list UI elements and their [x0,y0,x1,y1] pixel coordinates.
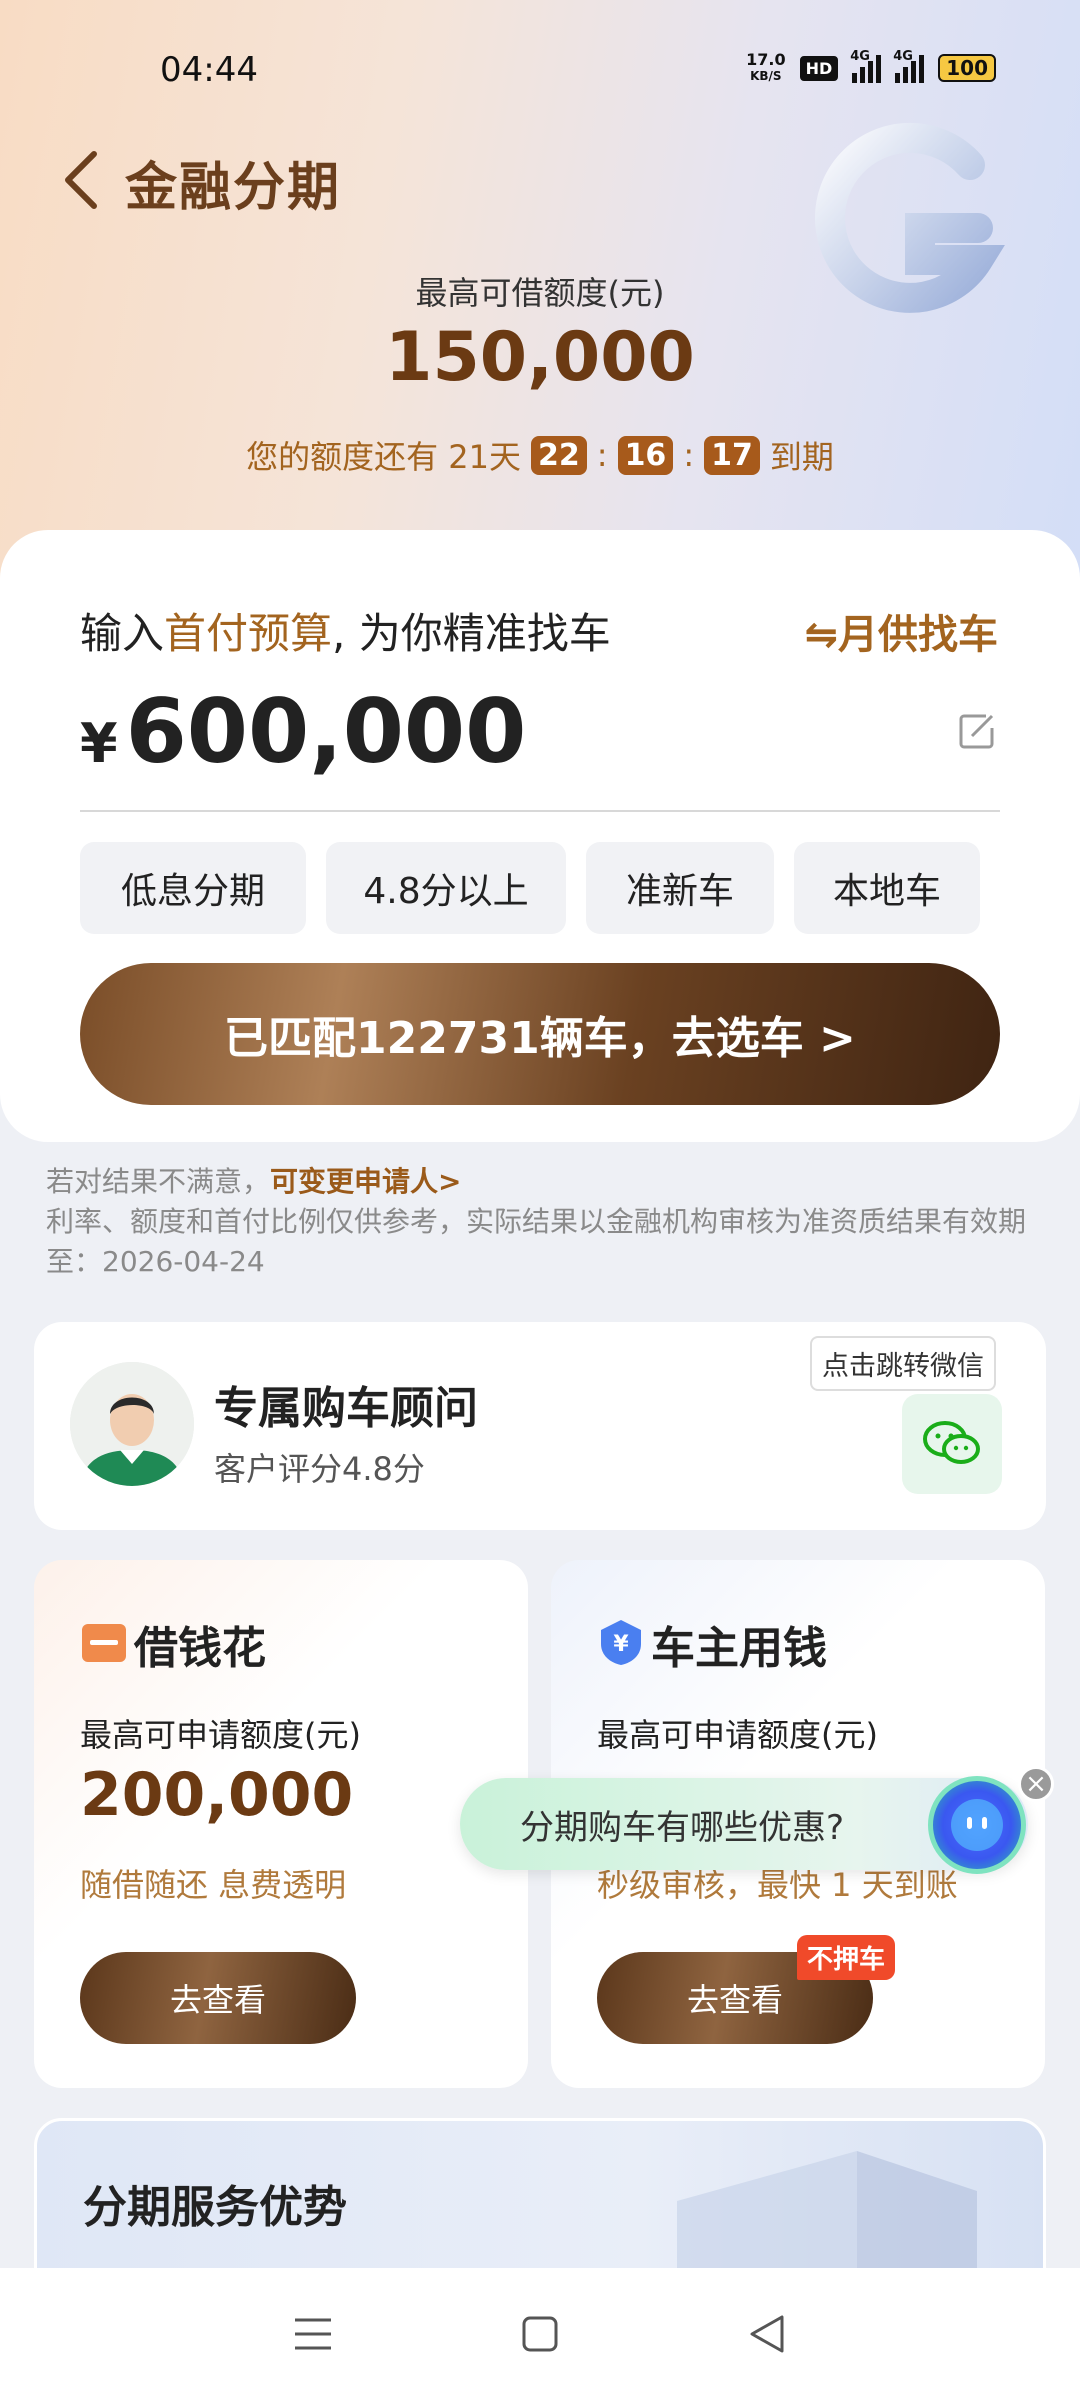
notice-text: 利率、额度和首付比例仅供参考，实际结果以金融机构审核为准资质结果有效期至：202… [46,1205,1027,1278]
countdown-hours: 22 [531,435,587,475]
change-applicant-link[interactable]: 可变更申请人> [270,1165,461,1198]
signal-icon-2: 4G [893,49,925,83]
owner-loan-label: 最高可申请额度(元) [597,1716,878,1754]
budget-card: 输入首付预算, 为你精准找车 ⇋月供找车 ¥ 600,000 低息分期 4.8分… [0,530,1080,1142]
network-speed-unit: KB/S [750,69,782,83]
advisor-name: 专属购车顾问 [214,1383,478,1434]
advisor-rating: 客户评分4.8分 [214,1450,425,1488]
countdown-minutes: 16 [617,435,674,475]
budget-title: 输入首付预算, 为你精准找车 [80,600,611,661]
service-advantages-title: 分期服务优势 [83,2182,347,2233]
tag-near-new-car[interactable]: 准新车 [586,842,774,934]
page-title: 金融分期 [125,158,342,218]
network-speed-value: 17.0 [746,50,786,69]
countdown-suffix: 到期 [769,438,834,476]
budget-price-value: 600,000 [125,680,527,783]
wechat-tooltip: 点击跳转微信 [810,1336,996,1391]
borrow-money-desc: 随借随还 息费透明 [80,1866,347,1904]
countdown-prefix: 您的额度还有 21天 [246,438,522,476]
countdown-separator: : [596,436,608,474]
hd-voice-icon: HD [799,55,839,81]
notice-prefix: 若对结果不满意， [46,1165,271,1198]
credit-countdown: 您的额度还有 21天 22 : 16 : 17 到期 [0,432,1080,478]
status-time: 04:44 [160,50,258,90]
edit-icon[interactable] [956,710,998,752]
borrow-money-label: 最高可申请额度(元) [80,1716,361,1754]
monthly-payment-search-link[interactable]: ⇋月供找车 [804,602,998,660]
home-square-icon[interactable] [500,2294,580,2374]
assistant-bot-icon[interactable] [928,1776,1026,1874]
budget-title-highlight: 首付预算 [164,609,333,658]
faq-text: 分期购车有哪些优惠? [520,1808,845,1848]
tag-local-car[interactable]: 本地车 [794,842,980,934]
menu-icon[interactable] [273,2294,353,2374]
tag-low-interest[interactable]: 低息分期 [80,842,306,934]
signal-label: 4G [850,49,870,64]
battery-icon: 100 [938,54,996,82]
borrow-money-card[interactable]: 借钱花 最高可申请额度(元) 200,000 随借随还 息费透明 去查看 [34,1560,528,2088]
advisor-card[interactable]: 专属购车顾问 客户评分4.8分 点击跳转微信 [34,1322,1046,1530]
wallet-icon [80,1618,128,1666]
currency-symbol: ¥ [80,712,118,775]
borrow-money-title: 借钱花 [134,1623,266,1674]
countdown-separator: : [683,436,695,474]
budget-price-input[interactable]: ¥ 600,000 [80,680,526,783]
tag-rating-above-4-8[interactable]: 4.8分以上 [326,842,566,934]
budget-title-suffix: , 为你精准找车 [332,609,611,658]
credit-limit-amount: 150,000 [385,318,695,397]
status-icons: 17.0 KB/S HD 4G 4G 100 [746,49,996,84]
back-arrow-icon[interactable] [58,148,102,212]
yuan-shield-icon: ¥ [597,1618,645,1666]
network-speed: 17.0 KB/S [746,52,785,84]
filter-tags: 低息分期 4.8分以上 准新车 本地车 [80,842,980,934]
borrow-money-amount: 200,000 [80,1760,354,1830]
credit-limit-label: 最高可借额度(元) [415,274,665,312]
back-triangle-icon[interactable] [727,2294,807,2374]
budget-title-prefix: 输入 [80,609,165,658]
disclaimer-notice: 若对结果不满意，可变更申请人> 利率、额度和首付比例仅供参考，实际结果以金融机构… [46,1162,1036,1282]
svg-text:¥: ¥ [613,1632,629,1657]
wechat-icon[interactable] [902,1394,1002,1494]
borrow-money-view-button[interactable]: 去查看 [80,1952,356,2044]
owner-loan-title: 车主用钱 [651,1623,827,1674]
countdown-seconds: 17 [704,435,760,475]
no-collateral-badge: 不押车 [797,1935,896,1980]
select-car-button[interactable]: 已匹配122731辆车，去选车 > [80,963,1000,1105]
system-navigation-bar [0,2268,1080,2400]
close-icon[interactable]: × [1018,1766,1054,1802]
signal-label-2: 4G [893,49,913,64]
signal-icon: 4G [850,49,882,83]
advisor-avatar [70,1362,194,1486]
divider [80,810,1000,812]
